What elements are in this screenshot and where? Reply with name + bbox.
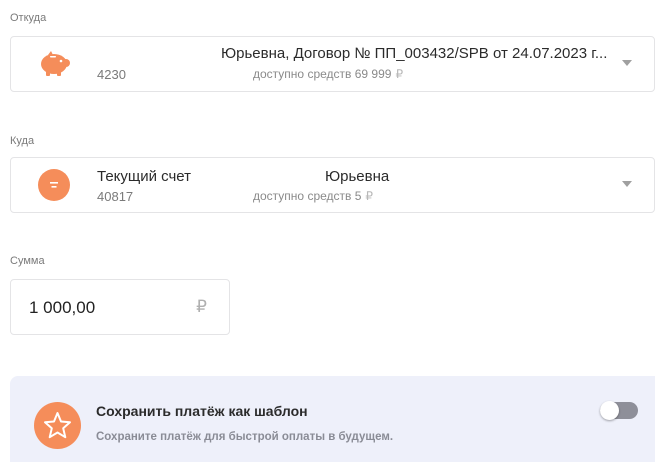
to-account-name: Текущий счет [97, 168, 192, 185]
to-currency: ₽ [365, 189, 374, 203]
to-account-owner: Юрьевна [325, 168, 390, 185]
from-account-title: Юрьевна, Договор № ПП_003432/SPB от 24.0… [221, 45, 608, 62]
from-account-select[interactable]: 4230 Юрьевна, Договор № ПП_003432/SPB от… [10, 36, 655, 92]
amount-currency: ₽ [196, 297, 207, 316]
star-icon [34, 402, 81, 449]
chevron-down-icon[interactable] [622, 60, 632, 66]
to-account-select[interactable]: Текущий счет Юрьевна 40817 доступно сред… [10, 157, 655, 213]
to-available-balance: доступно средств 5 ₽ [253, 189, 373, 203]
from-account-number: 4230 [97, 67, 126, 82]
from-label: Откуда [10, 12, 47, 24]
save-template-toggle[interactable] [600, 401, 638, 420]
ruble-coin-icon [38, 169, 70, 201]
piggy-bank-icon [38, 48, 70, 80]
to-available-text: доступно средств 5 [253, 189, 362, 203]
amount-value: 1 000,00 [29, 298, 96, 317]
from-available-text: доступно средств 69 999 [253, 67, 392, 81]
toggle-knob [600, 401, 619, 420]
chevron-down-icon[interactable] [622, 181, 632, 187]
save-template-title: Сохранить платёж как шаблон [96, 403, 308, 419]
to-account-number: 40817 [97, 189, 134, 204]
save-template-panel: Сохранить платёж как шаблон Сохраните пл… [10, 376, 655, 462]
amount-input[interactable]: 1 000,00 ₽ [10, 279, 230, 335]
amount-label: Сумма [10, 255, 45, 267]
save-template-subtitle: Сохраните платёж для быстрой оплаты в бу… [96, 431, 394, 443]
from-currency: ₽ [395, 67, 404, 81]
from-available-balance: доступно средств 69 999 ₽ [253, 67, 403, 81]
to-label: Куда [10, 135, 35, 147]
